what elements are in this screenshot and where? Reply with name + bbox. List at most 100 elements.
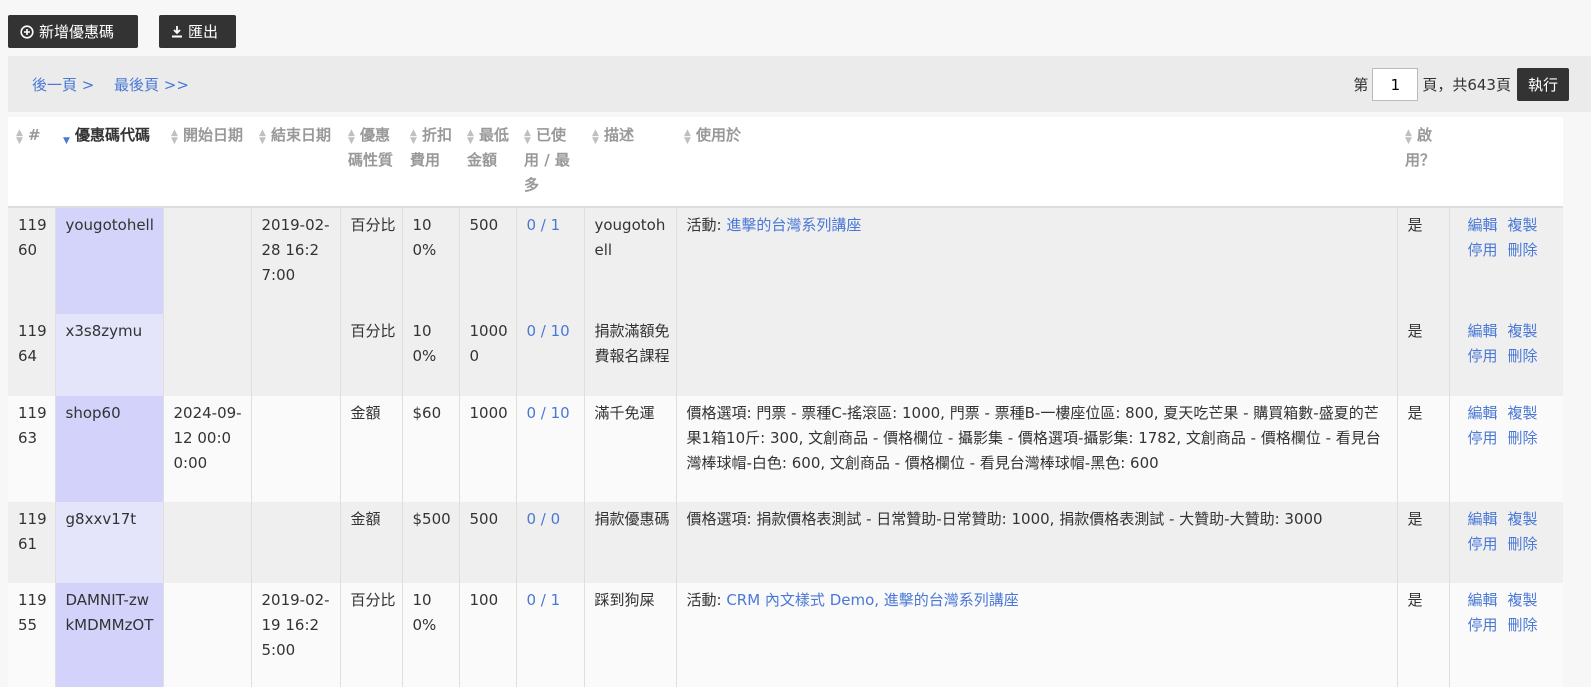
cell-used-in: 價格選項: 捐款價格表測試 - 日常贊助-日常贊助: 1000, 捐款價格表測試… [676,502,1398,583]
run-button[interactable]: 執行 [1516,68,1569,101]
cell-actions: 編輯 複製 停用 刪除 [1449,314,1563,396]
used-in-text: 價格選項: 門票 - 票種C-搖滾區: 1000, 門票 - 票種B-一樓座位區… [686,404,1381,472]
cell-actions: 編輯 複製 停用 刪除 [1449,396,1563,502]
header-actions [1449,117,1563,208]
copy-link[interactable]: 複製 [1508,401,1538,426]
copy-link[interactable]: 複製 [1508,319,1538,344]
plus-circle-icon [20,24,34,39]
cell-enabled: 是 [1397,314,1450,396]
cell-type: 金額 [340,396,403,502]
header-description[interactable]: ▲ ▼ 描述 [584,117,676,208]
table-row: 11955 DAMNIT-zwkMDMMzOT 2019-02-19 16:25… [8,583,1563,687]
cell-id: 11963 [8,396,56,502]
cell-type: 百分比 [340,207,403,314]
sort-icon: ▲ ▼ [410,128,417,146]
coupon-table: ▲ ▼ # ▼ 優惠碼代碼 ▲ ▼ 開始日期 ▲ ▼ 結束日期 ▲ ▼ 優惠碼性質 ▲ ▼ 折扣費用 … [8,117,1563,687]
cell-id: 11955 [8,583,56,687]
cell-used-in: 價格選項: 門票 - 票種C-搖滾區: 1000, 門票 - 票種B-一樓座位區… [676,396,1398,502]
cell-actions: 編輯 複製 停用 刪除 [1449,207,1563,314]
header-code[interactable]: ▼ 優惠碼代碼 [55,117,163,208]
next-page-link[interactable]: 後一頁 > [32,74,94,95]
last-page-link[interactable]: 最後頁 >> [114,74,189,95]
cell-min: 10000 [459,314,517,396]
cell-used[interactable]: 0 / 0 [516,502,585,583]
edit-link[interactable]: 編輯 [1468,588,1498,613]
disable-link[interactable]: 停用 [1468,613,1498,638]
cell-type: 百分比 [340,314,403,396]
edit-link[interactable]: 編輯 [1468,213,1498,238]
cell-start [163,314,252,396]
cell-enabled: 是 [1397,502,1450,583]
cell-desc: yougotohell [584,207,677,314]
cell-used-in: 活動: 進擊的台灣系列講座 [676,207,1398,314]
table-row: 11960 yougotohell 2019-02-28 16:27:00 百分… [8,207,1563,314]
cell-discount: $60 [402,396,460,502]
cell-actions: 編輯 複製 停用 刪除 [1449,583,1563,687]
edit-link[interactable]: 編輯 [1468,401,1498,426]
cell-discount: 100% [402,583,460,687]
cell-end [251,314,341,396]
used-in-prefix: 活動: [686,591,727,609]
cell-start [163,502,252,583]
sort-icon: ▲ ▼ [684,128,691,146]
used-in-link[interactable]: CRM 內文樣式 Demo, 進擊的台灣系列講座 [726,591,1018,609]
copy-link[interactable]: 複製 [1508,213,1538,238]
sort-icon: ▲ ▼ [592,128,599,146]
cell-used[interactable]: 0 / 10 [516,396,585,502]
cell-enabled: 是 [1397,583,1450,687]
copy-link[interactable]: 複製 [1508,507,1538,532]
header-min-amount[interactable]: ▲ ▼ 最低金額 [459,117,516,208]
export-button[interactable]: 匯出 [159,15,236,48]
cell-min: 100 [459,583,517,687]
cell-type: 金額 [340,502,403,583]
page-number-input[interactable] [1372,68,1419,101]
disable-link[interactable]: 停用 [1468,344,1498,369]
copy-link[interactable]: 複製 [1508,588,1538,613]
delete-link[interactable]: 刪除 [1508,238,1538,263]
header-num[interactable]: ▲ ▼ # [8,117,55,208]
cell-used[interactable]: 0 / 1 [516,207,585,314]
disable-link[interactable]: 停用 [1468,532,1498,557]
header-enabled[interactable]: ▲ ▼ 啟用？ [1397,117,1449,208]
edit-link[interactable]: 編輯 [1468,507,1498,532]
cell-code: DAMNIT-zwkMDMMzOT [55,583,164,687]
sort-icon: ▲ ▼ [348,128,355,146]
add-coupon-label: 新增優惠碼 [39,23,115,41]
used-in-text: 價格選項: 捐款價格表測試 - 日常贊助-日常贊助: 1000, 捐款價格表測試… [686,510,1323,528]
sort-icon: ▲ ▼ [1405,128,1412,146]
pagination-bar: 後一頁 > 最後頁 >> 第 頁，共643頁 執行 [8,56,1591,112]
header-used-in[interactable]: ▲ ▼ 使用於 [676,117,1397,208]
add-coupon-button[interactable]: 新增優惠碼 [8,15,138,48]
cell-start [163,207,252,314]
page-jump: 第 頁，共643頁 執行 [1353,68,1569,101]
sort-icon: ▲ ▼ [467,128,474,146]
cell-used-in: 活動: CRM 內文樣式 Demo, 進擊的台灣系列講座 [676,583,1398,687]
disable-link[interactable]: 停用 [1468,426,1498,451]
cell-id: 11961 [8,502,56,583]
delete-link[interactable]: 刪除 [1508,426,1538,451]
header-used[interactable]: ▲ ▼ 已使用 / 最多 [516,117,584,208]
header-type[interactable]: ▲ ▼ 優惠碼性質 [340,117,402,208]
cell-desc: 滿千免運 [584,396,677,502]
page-total-label: 頁，共643頁 [1422,76,1511,94]
cell-used[interactable]: 0 / 1 [516,583,585,687]
cell-discount: 100% [402,314,460,396]
page-prefix: 第 [1353,76,1369,94]
header-end-date[interactable]: ▲ ▼ 結束日期 [251,117,340,208]
cell-used[interactable]: 0 / 10 [516,314,585,396]
delete-link[interactable]: 刪除 [1508,532,1538,557]
cell-id: 11964 [8,314,56,396]
sort-icon: ▲ ▼ [171,128,178,146]
header-start-date[interactable]: ▲ ▼ 開始日期 [163,117,251,208]
used-in-link[interactable]: 進擊的台灣系列講座 [726,216,861,234]
edit-link[interactable]: 編輯 [1468,319,1498,344]
header-discount[interactable]: ▲ ▼ 折扣費用 [402,117,459,208]
disable-link[interactable]: 停用 [1468,238,1498,263]
cell-enabled: 是 [1397,396,1450,502]
cell-actions: 編輯 複製 停用 刪除 [1449,502,1563,583]
delete-link[interactable]: 刪除 [1508,613,1538,638]
sort-desc-icon: ▼ [63,136,70,146]
table-row: 11964 x3s8zymu 百分比 100% 10000 0 / 10 捐款滿… [8,314,1563,396]
delete-link[interactable]: 刪除 [1508,344,1538,369]
cell-discount: $500 [402,502,460,583]
